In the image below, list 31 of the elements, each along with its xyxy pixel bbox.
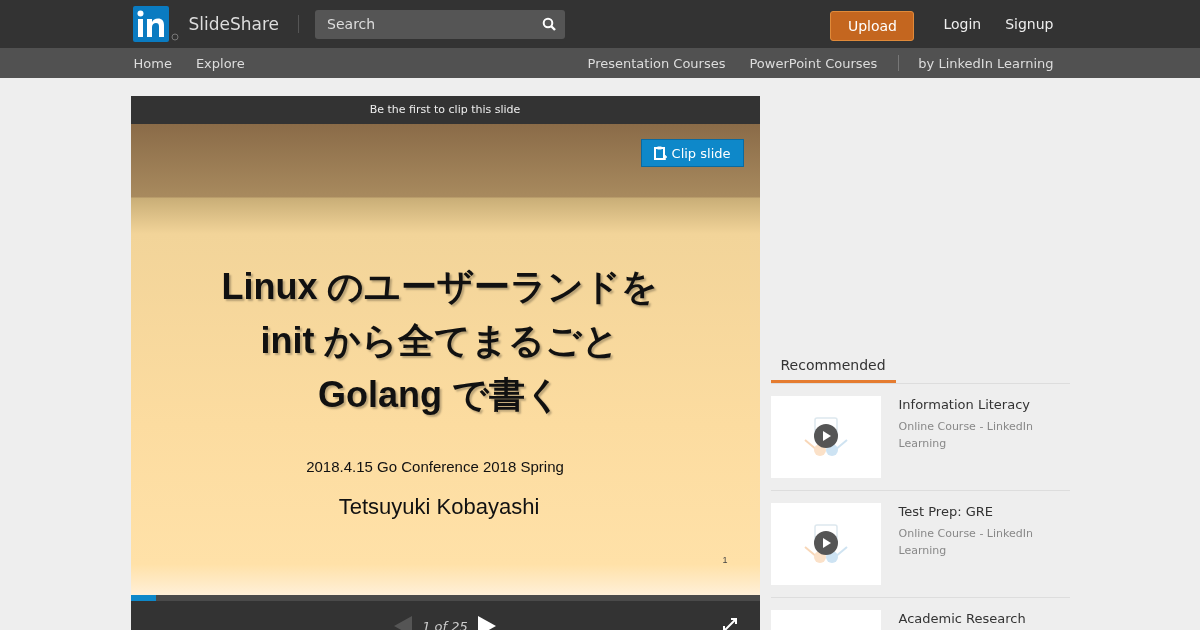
slide-event: 2018.4.15 Go Conference 2018 Spring [306, 458, 564, 475]
search-field[interactable]: Search [315, 9, 566, 39]
header-link[interactable]: Signup [1005, 16, 1054, 32]
sidebar-tab[interactable]: Recommended [770, 357, 896, 383]
course-thumbnail[interactable] [770, 396, 881, 478]
clip-icon [653, 145, 667, 161]
course-title[interactable]: Academic Research [898, 611, 1026, 626]
fullscreen-icon[interactable] [721, 617, 738, 630]
course-title[interactable]: Test Prep: GRE [898, 504, 1049, 519]
nav-link[interactable]: Presentation Courses [584, 55, 726, 71]
course-source: Online Course - LinkedIn Learning [898, 419, 1034, 452]
header-link[interactable]: Login [943, 16, 982, 32]
search-icon[interactable] [542, 17, 557, 31]
course-title[interactable]: Information Literacy [898, 397, 1049, 412]
next-icon[interactable] [477, 616, 496, 630]
site-name[interactable]: SlideShare [188, 14, 280, 34]
course-source: Online Course - LinkedIn Learning [898, 526, 1034, 559]
slide-title-line: init から全てまるごと [259, 319, 621, 363]
nav-link[interactable]: Home [130, 55, 172, 71]
nav-link[interactable]: by LinkedIn Learning [915, 55, 1054, 71]
slide-author: Tetsuyuki Kobayashi [338, 494, 540, 520]
slide-page-number: 1 [722, 555, 728, 565]
course-thumbnail[interactable] [770, 503, 881, 585]
slide-title-line: Golang で書く [317, 373, 563, 417]
clip-notice: Be the first to clip this slide [130, 96, 760, 124]
upload-button[interactable]: Upload [830, 10, 915, 41]
slide-title-line: Linux のユーザーランドを [221, 265, 659, 309]
clip-slide-button[interactable]: Clip slide [640, 139, 744, 167]
nav-link[interactable]: Explore [192, 55, 245, 71]
logo-icon[interactable] [132, 6, 179, 42]
nav-link[interactable]: PowerPoint Courses [746, 55, 878, 71]
